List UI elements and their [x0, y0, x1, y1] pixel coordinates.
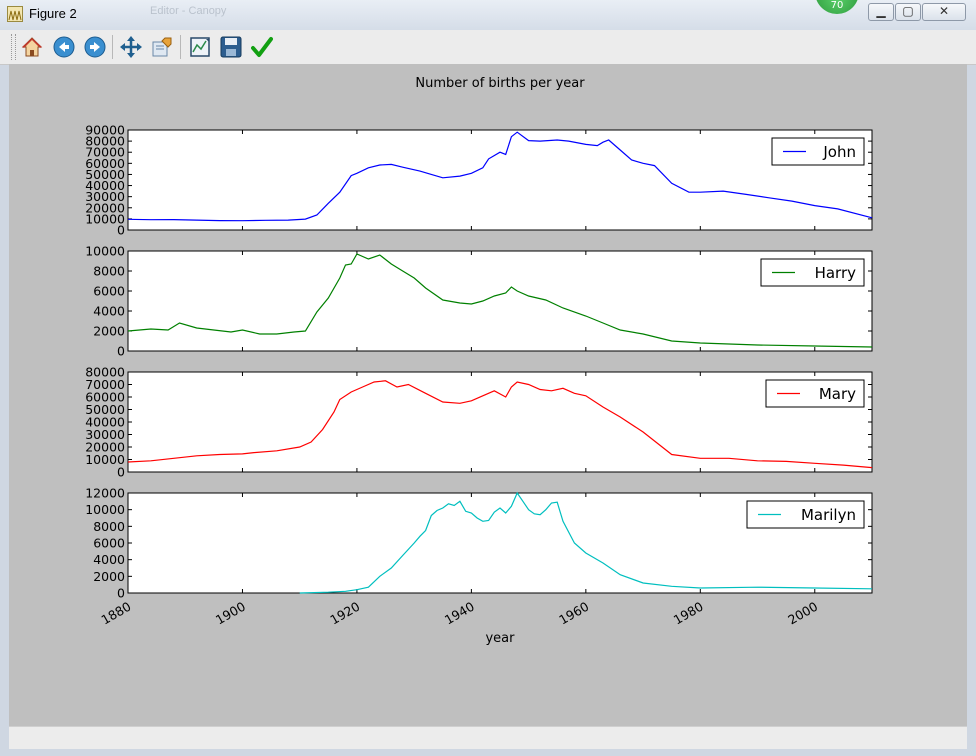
legend-label: Marilyn	[801, 506, 856, 524]
y-tick-label: 6000	[93, 536, 125, 551]
edit-axis-button[interactable]	[250, 35, 274, 59]
zoom-icon	[152, 37, 172, 57]
plot-area-harry	[127, 250, 873, 352]
x-tick-label: 1880	[98, 599, 133, 628]
y-tick-label: 12000	[85, 486, 125, 501]
x-tick-label: 1960	[556, 599, 591, 628]
save-icon	[220, 36, 242, 58]
toolbar	[0, 30, 976, 65]
y-tick-label: 8000	[93, 264, 125, 279]
minimize-icon: ▁	[876, 4, 886, 18]
home-button[interactable]	[20, 35, 44, 59]
edit-axis-icon	[251, 37, 273, 57]
x-tick-label: 1900	[213, 599, 248, 628]
y-tick-label: 2000	[93, 324, 125, 339]
back-button[interactable]	[52, 35, 76, 59]
y-tick-label: 6000	[93, 284, 125, 299]
legend-label: Mary	[819, 385, 856, 403]
minimize-button[interactable]: ▁	[868, 3, 894, 21]
pan-button[interactable]	[119, 35, 143, 59]
close-button[interactable]: ✕	[922, 3, 966, 21]
x-axis-label: year	[485, 631, 515, 646]
app-icon	[7, 6, 23, 22]
y-tick-label: 10000	[85, 244, 125, 259]
y-tick-label: 4000	[93, 552, 125, 567]
x-tick-label: 1940	[442, 599, 477, 628]
status-bar	[9, 726, 967, 749]
y-tick-label: 90000	[85, 123, 125, 138]
x-tick-label: 1920	[327, 599, 362, 628]
toolbar-grip[interactable]	[11, 34, 16, 60]
toolbar-separator	[180, 35, 181, 59]
plot-area-mary	[127, 371, 873, 473]
forward-icon	[84, 36, 106, 58]
legend-label: John	[822, 143, 856, 161]
forward-button[interactable]	[83, 35, 107, 59]
figure-svg: Number of births per year010000200003000…	[85, 76, 873, 646]
back-icon	[53, 36, 75, 58]
y-tick-label: 10000	[85, 502, 125, 517]
y-tick-label: 2000	[93, 569, 125, 584]
y-tick-label: 8000	[93, 519, 125, 534]
background-window-title: Editor - Canopy	[150, 5, 227, 17]
title-bar[interactable]: Figure 2 Editor - Canopy 70 ▁ ▢ ✕	[0, 0, 976, 31]
subplots-button[interactable]	[188, 35, 212, 59]
home-icon	[21, 37, 43, 57]
y-tick-label: 0	[117, 344, 125, 359]
y-tick-label: 0	[117, 586, 125, 601]
save-button[interactable]	[219, 35, 243, 59]
window-frame-right	[967, 30, 976, 756]
maximize-button[interactable]: ▢	[895, 3, 921, 21]
toolbar-separator	[112, 35, 113, 59]
y-tick-label: 80000	[85, 365, 125, 380]
close-icon: ✕	[938, 4, 950, 18]
zoom-button[interactable]	[150, 35, 174, 59]
figure-canvas[interactable]: Number of births per year 0 10000 20000 3000…	[9, 64, 967, 726]
subplots-icon	[190, 37, 210, 57]
y-tick-label: 4000	[93, 304, 125, 319]
window-frame-left	[0, 30, 9, 756]
pan-icon	[120, 36, 142, 58]
notification-badge: 70	[815, 0, 859, 14]
x-tick-label: 2000	[785, 599, 820, 628]
window-frame-bottom	[0, 748, 976, 756]
x-tick-label: 1980	[671, 599, 706, 628]
legend-label: Harry	[815, 264, 857, 282]
maximize-icon: ▢	[902, 4, 914, 18]
window-title: Figure 2	[29, 6, 77, 21]
chart-title: Number of births per year	[415, 76, 585, 91]
plot-area-john	[127, 129, 873, 231]
